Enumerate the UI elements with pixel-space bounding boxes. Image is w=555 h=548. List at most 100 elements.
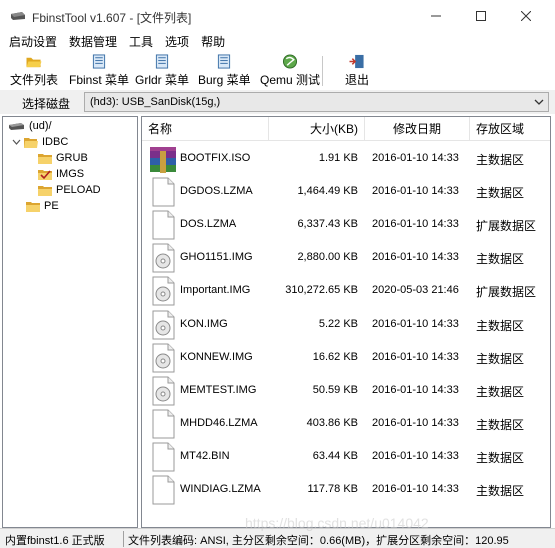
file-size: 16.62 KB — [312, 350, 358, 363]
blank-file-icon — [149, 475, 177, 505]
file-area: 扩展数据区 — [476, 219, 537, 234]
burg-menu-button[interactable]: Burg 菜单 — [198, 54, 251, 88]
file-row[interactable]: KON.IMG 5.22 KB 2016-01-10 14:33 主数据区 — [142, 308, 550, 341]
folder-icon — [26, 201, 40, 212]
tree-node-pe[interactable]: PE — [25, 198, 59, 214]
disk-image-icon — [149, 376, 177, 406]
column-header-date[interactable]: 修改日期 — [365, 117, 470, 141]
file-size: 5.22 KB — [318, 317, 358, 330]
minimize-button[interactable] — [422, 5, 450, 27]
watermark: https://blog.csdn.net/u014042 — [245, 515, 429, 531]
tree-label-grub: GRUB — [56, 152, 88, 164]
disk-dropdown[interactable]: (hd3): USB_SanDisk(15g,) — [84, 92, 549, 112]
fbinst-menu-button[interactable]: Fbinst 菜单 — [69, 54, 129, 88]
collapse-icon[interactable] — [11, 137, 21, 147]
disk-dropdown-value: (hd3): USB_SanDisk(15g,) — [90, 96, 221, 108]
file-date: 2016-01-10 14:33 — [372, 383, 459, 396]
file-size: 310,272.65 KB — [285, 284, 358, 297]
tree-node-idbc[interactable]: IDBC — [11, 134, 68, 150]
file-area: 主数据区 — [476, 318, 525, 333]
menu-doc-icon — [92, 54, 106, 69]
qemu-globe-icon — [282, 54, 298, 69]
file-list-header: 名称 大小(KB) 修改日期 存放区域 — [142, 117, 550, 141]
file-size: 1.91 KB — [318, 152, 358, 164]
disk-image-icon — [149, 243, 177, 273]
fbinst-menu-label: Fbinst 菜单 — [69, 73, 130, 87]
file-name: KON.IMG — [180, 317, 228, 330]
exit-button[interactable]: 退出 — [345, 54, 369, 88]
status-separator — [123, 531, 124, 547]
file-row[interactable]: MT42.BIN 63.44 KB 2016-01-10 14:33 主数据区 — [142, 440, 550, 473]
folder-icon — [38, 185, 52, 196]
file-row[interactable]: Important.IMG 310,272.65 KB 2020-05-03 21:… — [142, 274, 550, 307]
minimize-icon — [431, 15, 441, 17]
burg-menu-label: Burg 菜单 — [198, 73, 251, 87]
file-row[interactable]: BOOTFIX.ISO 1.91 KB 2016-01-10 14:33 主数据区 — [142, 142, 550, 175]
file-size: 6,337.43 KB — [297, 218, 358, 231]
disk-select-label: 选择磁盘 — [22, 97, 71, 111]
tree-label-imgs: IMGS — [56, 168, 85, 180]
file-row[interactable]: DGDOS.LZMA 1,464.49 KB 2016-01-10 14:33 主数据… — [142, 175, 550, 208]
file-date: 2016-01-10 14:33 — [372, 350, 459, 363]
tree-node-peload[interactable]: PELOAD — [37, 182, 101, 198]
archive-icon — [149, 144, 177, 174]
menu-tools[interactable]: 工具 — [123, 32, 159, 52]
file-list[interactable]: 名称 大小(KB) 修改日期 存放区域 BOOTFIX.ISO 1.91 KB 20… — [141, 116, 551, 528]
close-button[interactable] — [512, 5, 540, 27]
file-area: 主数据区 — [476, 186, 525, 201]
file-area: 扩展数据区 — [476, 285, 537, 300]
menu-doc-icon — [155, 54, 169, 69]
grldr-menu-button[interactable]: Grldr 菜单 — [135, 54, 189, 88]
disk-image-icon — [149, 310, 177, 340]
file-row[interactable]: DOS.LZMA 6,337.43 KB 2016-01-10 14:33 扩展数据区 — [142, 208, 550, 241]
menu-help[interactable]: 帮助 — [195, 32, 231, 52]
file-list-label: 文件列表 — [10, 73, 59, 87]
file-row[interactable]: WINDIAG.LZMA 117.78 KB 2016-01-10 14:33 主数据… — [142, 473, 550, 506]
tree-root-label: (ud)/ — [29, 120, 52, 132]
file-date: 2016-01-10 14:33 — [372, 152, 459, 164]
folder-icon — [38, 153, 52, 164]
file-name: MEMTEST.IMG — [180, 383, 257, 396]
file-date: 2016-01-10 14:33 — [372, 218, 459, 231]
menu-data-management[interactable]: 数据管理 — [63, 32, 123, 52]
file-name: MHDD46.LZMA — [180, 416, 258, 429]
file-name: Important.IMG — [180, 284, 251, 297]
blank-file-icon — [149, 210, 177, 240]
folder-tree[interactable]: (ud)/ IDBC GRUB IMGS PELOAD PE — [2, 116, 138, 528]
toolbar: 文件列表 Fbinst 菜单 Grldr 菜单 Burg 菜单 Qemu 测试 — [0, 52, 555, 90]
file-area: 主数据区 — [476, 153, 525, 167]
drive-icon — [9, 123, 24, 130]
menu-boot-settings[interactable]: 启动设置 — [0, 32, 63, 52]
qemu-test-button[interactable]: Qemu 测试 — [260, 54, 320, 88]
file-row[interactable]: MEMTEST.IMG 50.59 KB 2016-01-10 14:33 主数据区 — [142, 374, 550, 407]
file-row[interactable]: MHDD46.LZMA 403.86 KB 2016-01-10 14:33 主数据区 — [142, 407, 550, 440]
folder-checked-icon — [38, 169, 52, 180]
file-size: 63.44 KB — [312, 449, 358, 462]
file-date: 2016-01-10 14:33 — [372, 416, 459, 429]
file-date: 2016-01-10 14:33 — [372, 185, 459, 198]
menu-bar: 启动设置 数据管理 工具 选项 帮助 — [0, 32, 555, 52]
disk-select-bar: 选择磁盘 (hd3): USB_SanDisk(15g,) — [0, 90, 555, 114]
tree-node-imgs[interactable]: IMGS — [37, 166, 84, 182]
status-bar: 内置fbinst1.6 正式版 文件列表编码: ANSI, 主分区剩余空间：0.… — [0, 528, 555, 548]
toolbar-separator — [322, 56, 323, 86]
window-title: FbinstTool v1.607 - [文件列表] — [32, 11, 192, 25]
file-list-button[interactable]: 文件列表 — [10, 54, 58, 88]
maximize-icon — [476, 11, 486, 21]
tree-label-pe: PE — [44, 200, 59, 212]
tree-node-grub[interactable]: GRUB — [37, 150, 88, 166]
file-row[interactable]: GHO1151.IMG 2,880.00 KB 2016-01-10 14:33 主数… — [142, 241, 550, 274]
file-row[interactable]: KONNEW.IMG 16.62 KB 2016-01-10 14:33 主数据区 — [142, 341, 550, 374]
tree-label-idbc: IDBC — [42, 136, 69, 148]
column-header-name[interactable]: 名称 — [142, 117, 269, 141]
tree-node-root[interactable]: (ud)/ — [8, 118, 52, 134]
blank-file-icon — [149, 409, 177, 439]
file-date: 2016-01-10 14:33 — [372, 317, 459, 330]
file-name: DOS.LZMA — [180, 218, 237, 231]
column-header-area[interactable]: 存放区域 — [470, 117, 550, 141]
file-date: 2020-05-03 21:46 — [372, 284, 459, 297]
column-header-size[interactable]: 大小(KB) — [269, 117, 365, 141]
menu-options[interactable]: 选项 — [159, 32, 195, 52]
maximize-button[interactable] — [467, 5, 495, 27]
file-area: 主数据区 — [476, 450, 525, 465]
